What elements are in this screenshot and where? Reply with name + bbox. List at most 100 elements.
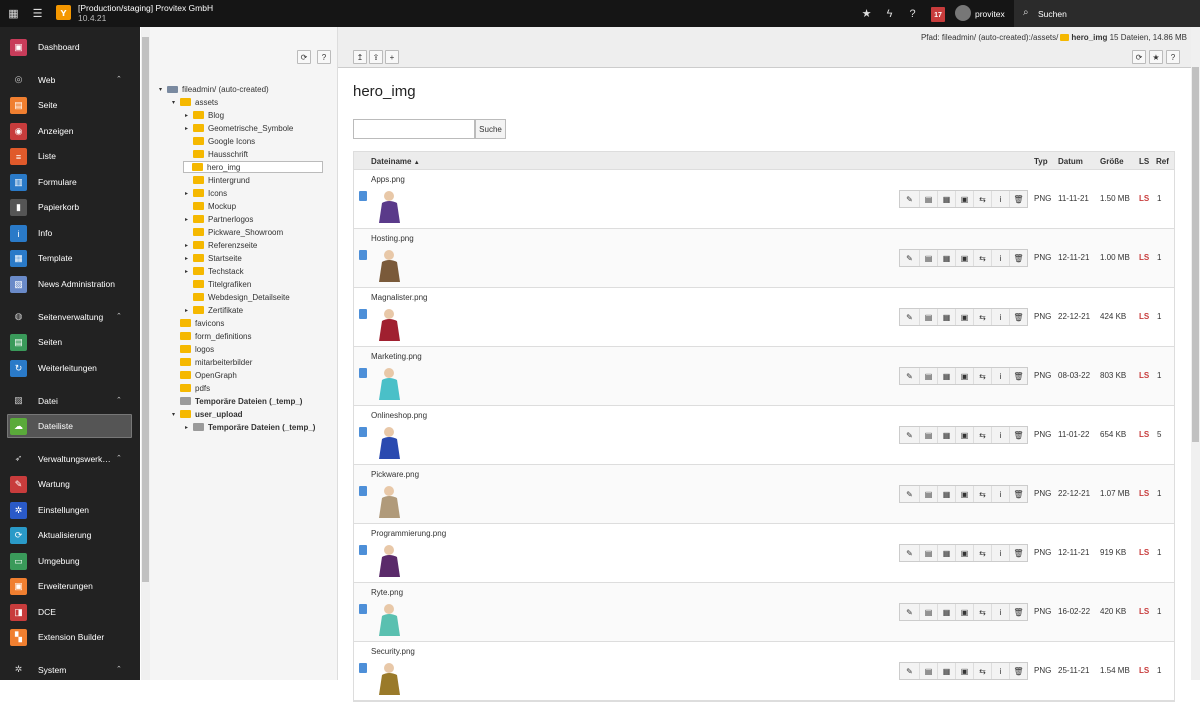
edit-icon[interactable]: ✎ bbox=[900, 309, 919, 325]
sidebar-item-12[interactable]: ↻ Weiterleitungen bbox=[0, 357, 140, 379]
copy-icon[interactable]: ⇆ bbox=[973, 427, 991, 443]
tree-node[interactable]: pdfs bbox=[172, 382, 210, 394]
file-name-link[interactable]: Pickware.png bbox=[371, 470, 419, 479]
sidebar-item-5[interactable]: ▥ Formulare bbox=[0, 171, 140, 193]
file-thumbnail[interactable] bbox=[371, 423, 408, 460]
tree-toggle-open-icon[interactable]: ▾ bbox=[159, 86, 167, 93]
metadata-icon[interactable]: ▤ bbox=[919, 663, 937, 679]
tree-node[interactable]: Mockup bbox=[185, 200, 236, 212]
tree-toggle-closed-icon[interactable]: ▸ bbox=[185, 268, 193, 275]
metadata-icon[interactable]: ▤ bbox=[919, 545, 937, 561]
file-search-input[interactable] bbox=[353, 119, 475, 139]
table-row[interactable]: Hosting.png ✎ ▤ ▦ ▣ ⇆ i 🗑 PNG 12-11-21 1.00 MB LS 1 bbox=[354, 229, 1174, 288]
sidebar-item-0[interactable]: ▣ Dashboard bbox=[0, 36, 140, 58]
sidebar-item-13[interactable]: ▨ Datei ⌃ bbox=[0, 390, 140, 412]
global-search[interactable]: ⌕ Suchen bbox=[1014, 0, 1200, 27]
tree-node[interactable]: mitarbeiterbilder bbox=[172, 356, 252, 368]
bookmark-star-icon[interactable]: ★ bbox=[859, 6, 874, 21]
tree-node[interactable]: ▸ Zertifikate bbox=[185, 304, 243, 316]
tree-root[interactable]: ▾ fileadmin/ (auto-created) bbox=[159, 83, 269, 95]
ls-badge[interactable]: LS bbox=[1139, 312, 1149, 321]
typo3-logo-icon[interactable]: ʏ bbox=[56, 5, 71, 20]
copy-icon[interactable]: ⇆ bbox=[973, 250, 991, 266]
edit-icon[interactable]: ✎ bbox=[900, 368, 919, 384]
table-row[interactable]: Magnalister.png ✎ ▤ ▦ ▣ ⇆ i 🗑 PNG 22-12-21 424 KB L… bbox=[354, 288, 1174, 347]
rename-icon[interactable]: ▦ bbox=[937, 309, 955, 325]
new-button[interactable]: + bbox=[385, 50, 399, 64]
copy-icon[interactable]: ⇆ bbox=[973, 545, 991, 561]
metadata-icon[interactable]: ▤ bbox=[919, 191, 937, 207]
info-icon[interactable]: i bbox=[991, 250, 1009, 266]
tree-toggle-closed-icon[interactable]: ▸ bbox=[185, 242, 193, 249]
sidebar-item-3[interactable]: ◉ Anzeigen bbox=[0, 120, 140, 142]
sidebar-item-16[interactable]: ✎ Wartung bbox=[0, 473, 140, 495]
info-icon[interactable]: i bbox=[991, 427, 1009, 443]
delete-icon[interactable]: 🗑 bbox=[1009, 250, 1027, 266]
tree-node[interactable]: ▸ Icons bbox=[185, 187, 227, 199]
tree-toggle-closed-icon[interactable]: ▸ bbox=[185, 216, 193, 223]
tree-node[interactable]: OpenGraph bbox=[172, 369, 237, 381]
info-icon[interactable]: i bbox=[991, 663, 1009, 679]
ls-badge[interactable]: LS bbox=[1139, 666, 1149, 675]
file-ref[interactable]: 1 bbox=[1157, 312, 1161, 321]
delete-icon[interactable]: 🗑 bbox=[1009, 191, 1027, 207]
delete-icon[interactable]: 🗑 bbox=[1009, 427, 1027, 443]
edit-icon[interactable]: ✎ bbox=[900, 250, 919, 266]
tree-node[interactable]: ▸ Startseite bbox=[185, 252, 242, 264]
tree-node[interactable]: ▸ Geometrische_Symbole bbox=[185, 122, 293, 134]
replace-icon[interactable]: ▣ bbox=[955, 604, 973, 620]
delete-icon[interactable]: 🗑 bbox=[1009, 368, 1027, 384]
avatar[interactable] bbox=[955, 5, 971, 21]
sidebar-scrollbar-thumb[interactable] bbox=[142, 37, 149, 582]
edit-icon[interactable]: ✎ bbox=[900, 191, 919, 207]
sidebar-item-7[interactable]: i Info bbox=[0, 222, 140, 244]
col-date[interactable]: Datum bbox=[1058, 157, 1083, 166]
tree-node[interactable]: form_definitions bbox=[172, 330, 251, 342]
tree-node[interactable]: ▸ Techstack bbox=[185, 265, 244, 277]
table-row[interactable]: Ryte.png ✎ ▤ ▦ ▣ ⇆ i 🗑 PNG 16-02-22 420 KB LS 1 bbox=[354, 583, 1174, 642]
info-icon[interactable]: i bbox=[991, 309, 1009, 325]
replace-icon[interactable]: ▣ bbox=[955, 309, 973, 325]
tree-node[interactable]: logos bbox=[172, 343, 214, 355]
sidebar-item-23[interactable]: ✲ System ⌃ bbox=[0, 659, 140, 681]
chevron-up-icon[interactable]: ⌃ bbox=[116, 396, 122, 404]
delete-icon[interactable]: 🗑 bbox=[1009, 486, 1027, 502]
tree-node[interactable]: hero_img bbox=[183, 161, 323, 173]
file-ref[interactable]: 1 bbox=[1157, 371, 1161, 380]
file-thumbnail[interactable] bbox=[371, 541, 408, 578]
info-icon[interactable]: i bbox=[991, 368, 1009, 384]
edit-icon[interactable]: ✎ bbox=[900, 486, 919, 502]
table-row[interactable]: Programmierung.png ✎ ▤ ▦ ▣ ⇆ i 🗑 PNG 12-11-21 919 … bbox=[354, 524, 1174, 583]
ls-badge[interactable]: LS bbox=[1139, 371, 1149, 380]
help-button[interactable]: ? bbox=[1166, 50, 1180, 64]
col-type[interactable]: Typ bbox=[1034, 157, 1048, 166]
edit-icon[interactable]: ✎ bbox=[900, 604, 919, 620]
file-name-link[interactable]: Security.png bbox=[371, 647, 415, 656]
chevron-up-icon[interactable]: ⌃ bbox=[116, 665, 122, 673]
sidebar-item-4[interactable]: ≡ Liste bbox=[0, 145, 140, 167]
tree-toggle-closed-icon[interactable]: ▸ bbox=[185, 255, 193, 262]
sidebar-scrollbar[interactable] bbox=[141, 27, 150, 680]
file-ref[interactable]: 1 bbox=[1157, 194, 1161, 203]
file-thumbnail[interactable] bbox=[371, 305, 408, 342]
file-name-link[interactable]: Apps.png bbox=[371, 175, 405, 184]
ls-badge[interactable]: LS bbox=[1139, 489, 1149, 498]
file-name-link[interactable]: Ryte.png bbox=[371, 588, 403, 597]
tree-node[interactable]: Google Icons bbox=[185, 135, 255, 147]
sidebar-item-11[interactable]: ▤ Seiten bbox=[0, 331, 140, 353]
tree-toggle-open-icon[interactable]: ▾ bbox=[172, 411, 180, 418]
delete-icon[interactable]: 🗑 bbox=[1009, 663, 1027, 679]
apps-grid-icon[interactable]: ▦ bbox=[6, 6, 21, 21]
file-thumbnail[interactable] bbox=[371, 246, 408, 283]
file-ref[interactable]: 1 bbox=[1157, 489, 1161, 498]
sidebar-item-15[interactable]: ➶ Verwaltungswerk… ⌃ bbox=[0, 448, 140, 470]
sidebar-item-8[interactable]: ▦ Template bbox=[0, 247, 140, 269]
table-row[interactable]: Onlineshop.png ✎ ▤ ▦ ▣ ⇆ i 🗑 PNG 11-01-22 654 KB LS… bbox=[354, 406, 1174, 465]
file-ref[interactable]: 1 bbox=[1157, 666, 1161, 675]
file-ref[interactable]: 5 bbox=[1157, 430, 1161, 439]
copy-icon[interactable]: ⇆ bbox=[973, 368, 991, 384]
sidebar-item-14[interactable]: ☁ Dateiliste bbox=[7, 414, 132, 438]
copy-icon[interactable]: ⇆ bbox=[973, 663, 991, 679]
tree-node[interactable]: ▸ Partnerlogos bbox=[185, 213, 253, 225]
delete-icon[interactable]: 🗑 bbox=[1009, 309, 1027, 325]
